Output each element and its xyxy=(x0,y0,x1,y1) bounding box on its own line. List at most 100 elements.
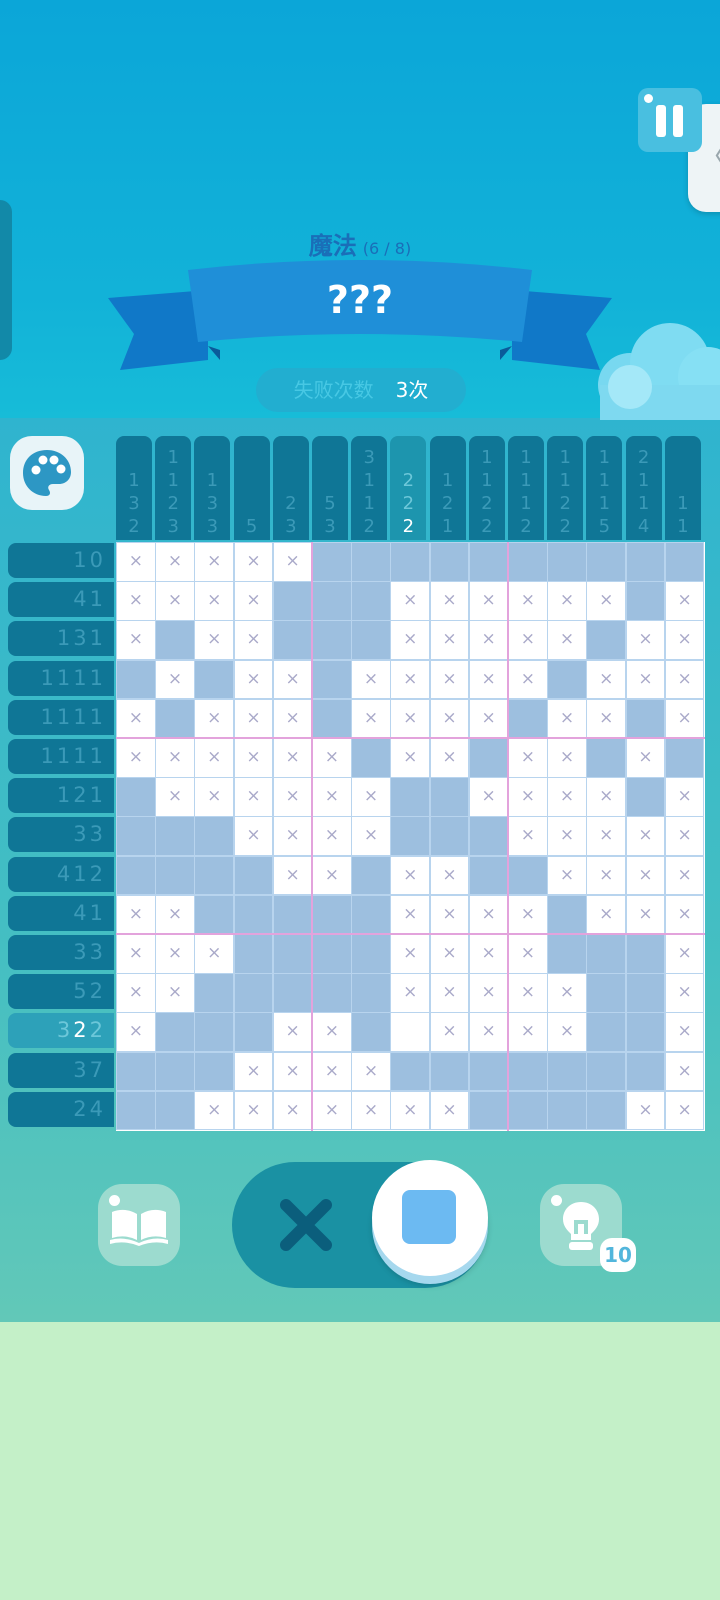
filled-cell[interactable] xyxy=(468,542,509,582)
filled-cell[interactable] xyxy=(390,542,431,582)
crossed-cell[interactable]: × xyxy=(272,698,313,739)
crossed-cell[interactable]: × xyxy=(390,659,431,700)
crossed-cell[interactable]: × xyxy=(468,894,509,935)
crossed-cell[interactable]: × xyxy=(390,855,431,896)
filled-cell[interactable] xyxy=(312,581,352,621)
crossed-cell[interactable]: × xyxy=(547,620,587,661)
crossed-cell[interactable]: × xyxy=(390,698,431,739)
crossed-cell[interactable]: × xyxy=(547,738,587,778)
crossed-cell[interactable]: × xyxy=(547,1012,587,1053)
filled-cell[interactable] xyxy=(194,659,235,700)
crossed-cell[interactable]: × xyxy=(116,620,156,661)
filled-cell[interactable] xyxy=(312,934,352,974)
filled-cell[interactable] xyxy=(312,620,352,661)
crossed-cell[interactable]: × xyxy=(116,738,156,778)
crossed-cell[interactable]: × xyxy=(508,738,548,778)
crossed-cell[interactable]: × xyxy=(508,659,548,700)
crossed-cell[interactable]: × xyxy=(390,738,431,778)
palette-button[interactable] xyxy=(10,436,84,510)
crossed-cell[interactable]: × xyxy=(586,855,627,896)
crossed-cell[interactable]: × xyxy=(312,855,352,896)
crossed-cell[interactable]: × xyxy=(547,777,587,817)
crossed-cell[interactable]: × xyxy=(547,973,587,1013)
filled-cell[interactable] xyxy=(586,973,627,1013)
crossed-cell[interactable]: × xyxy=(351,1051,391,1092)
crossed-cell[interactable]: × xyxy=(312,816,352,857)
crossed-cell[interactable]: × xyxy=(312,1090,352,1131)
filled-cell[interactable] xyxy=(116,1090,156,1131)
crossed-cell[interactable]: × xyxy=(625,620,666,661)
filled-cell[interactable] xyxy=(508,1051,548,1092)
crossed-cell[interactable]: × xyxy=(390,973,431,1013)
filled-cell[interactable] xyxy=(312,973,352,1013)
filled-cell[interactable] xyxy=(625,542,666,582)
filled-cell[interactable] xyxy=(194,855,235,896)
crossed-cell[interactable]: × xyxy=(586,698,627,739)
crossed-cell[interactable]: × xyxy=(429,1090,470,1131)
filled-cell[interactable] xyxy=(508,698,548,739)
crossed-cell[interactable]: × xyxy=(625,1090,666,1131)
crossed-cell[interactable]: × xyxy=(116,934,156,974)
crossed-cell[interactable]: × xyxy=(390,620,431,661)
crossed-cell[interactable]: × xyxy=(351,698,391,739)
crossed-cell[interactable]: × xyxy=(664,934,705,974)
filled-cell[interactable] xyxy=(155,1051,195,1092)
crossed-cell[interactable]: × xyxy=(233,659,274,700)
filled-cell[interactable] xyxy=(351,581,391,621)
crossed-cell[interactable]: × xyxy=(664,777,705,817)
crossed-cell[interactable]: × xyxy=(351,816,391,857)
filled-cell[interactable] xyxy=(194,816,235,857)
filled-cell[interactable] xyxy=(508,1090,548,1131)
crossed-cell[interactable]: × xyxy=(664,855,705,896)
crossed-cell[interactable]: × xyxy=(194,698,235,739)
filled-cell[interactable] xyxy=(547,934,587,974)
filled-cell[interactable] xyxy=(233,855,274,896)
filled-cell[interactable] xyxy=(155,698,195,739)
crossed-cell[interactable]: × xyxy=(155,542,195,582)
filled-cell[interactable] xyxy=(625,581,666,621)
crossed-cell[interactable]: × xyxy=(390,934,431,974)
crossed-cell[interactable]: × xyxy=(116,1012,156,1053)
crossed-cell[interactable]: × xyxy=(508,934,548,974)
crossed-cell[interactable]: × xyxy=(468,620,509,661)
filled-cell[interactable] xyxy=(194,973,235,1013)
crossed-cell[interactable]: × xyxy=(429,894,470,935)
crossed-cell[interactable]: × xyxy=(468,777,509,817)
crossed-cell[interactable]: × xyxy=(233,738,274,778)
filled-cell[interactable] xyxy=(508,855,548,896)
guide-book-button[interactable] xyxy=(98,1184,180,1266)
filled-cell[interactable] xyxy=(586,1090,627,1131)
filled-cell[interactable] xyxy=(664,738,705,778)
crossed-cell[interactable]: × xyxy=(664,1051,705,1092)
filled-cell[interactable] xyxy=(586,1051,627,1092)
crossed-cell[interactable]: × xyxy=(508,973,548,1013)
crossed-cell[interactable]: × xyxy=(272,1090,313,1131)
crossed-cell[interactable]: × xyxy=(468,973,509,1013)
crossed-cell[interactable]: × xyxy=(468,1012,509,1053)
filled-cell[interactable] xyxy=(351,934,391,974)
filled-cell[interactable] xyxy=(390,777,431,817)
filled-cell[interactable] xyxy=(351,973,391,1013)
filled-cell[interactable] xyxy=(312,659,352,700)
crossed-cell[interactable]: × xyxy=(155,738,195,778)
crossed-cell[interactable]: × xyxy=(351,659,391,700)
filled-cell[interactable] xyxy=(312,698,352,739)
filled-cell[interactable] xyxy=(155,855,195,896)
crossed-cell[interactable]: × xyxy=(390,1090,431,1131)
filled-cell[interactable] xyxy=(625,698,666,739)
crossed-cell[interactable]: × xyxy=(233,777,274,817)
crossed-cell[interactable]: × xyxy=(508,1012,548,1053)
crossed-cell[interactable]: × xyxy=(664,894,705,935)
crossed-cell[interactable]: × xyxy=(429,934,470,974)
crossed-cell[interactable]: × xyxy=(194,542,235,582)
filled-cell[interactable] xyxy=(351,738,391,778)
crossed-cell[interactable]: × xyxy=(194,738,235,778)
crossed-cell[interactable]: × xyxy=(586,659,627,700)
filled-cell[interactable] xyxy=(547,1090,587,1131)
filled-cell[interactable] xyxy=(272,934,313,974)
crossed-cell[interactable]: × xyxy=(233,542,274,582)
filled-cell[interactable] xyxy=(586,934,627,974)
crossed-cell[interactable]: × xyxy=(233,581,274,621)
crossed-cell[interactable]: × xyxy=(429,1012,470,1053)
filled-cell[interactable] xyxy=(547,894,587,935)
